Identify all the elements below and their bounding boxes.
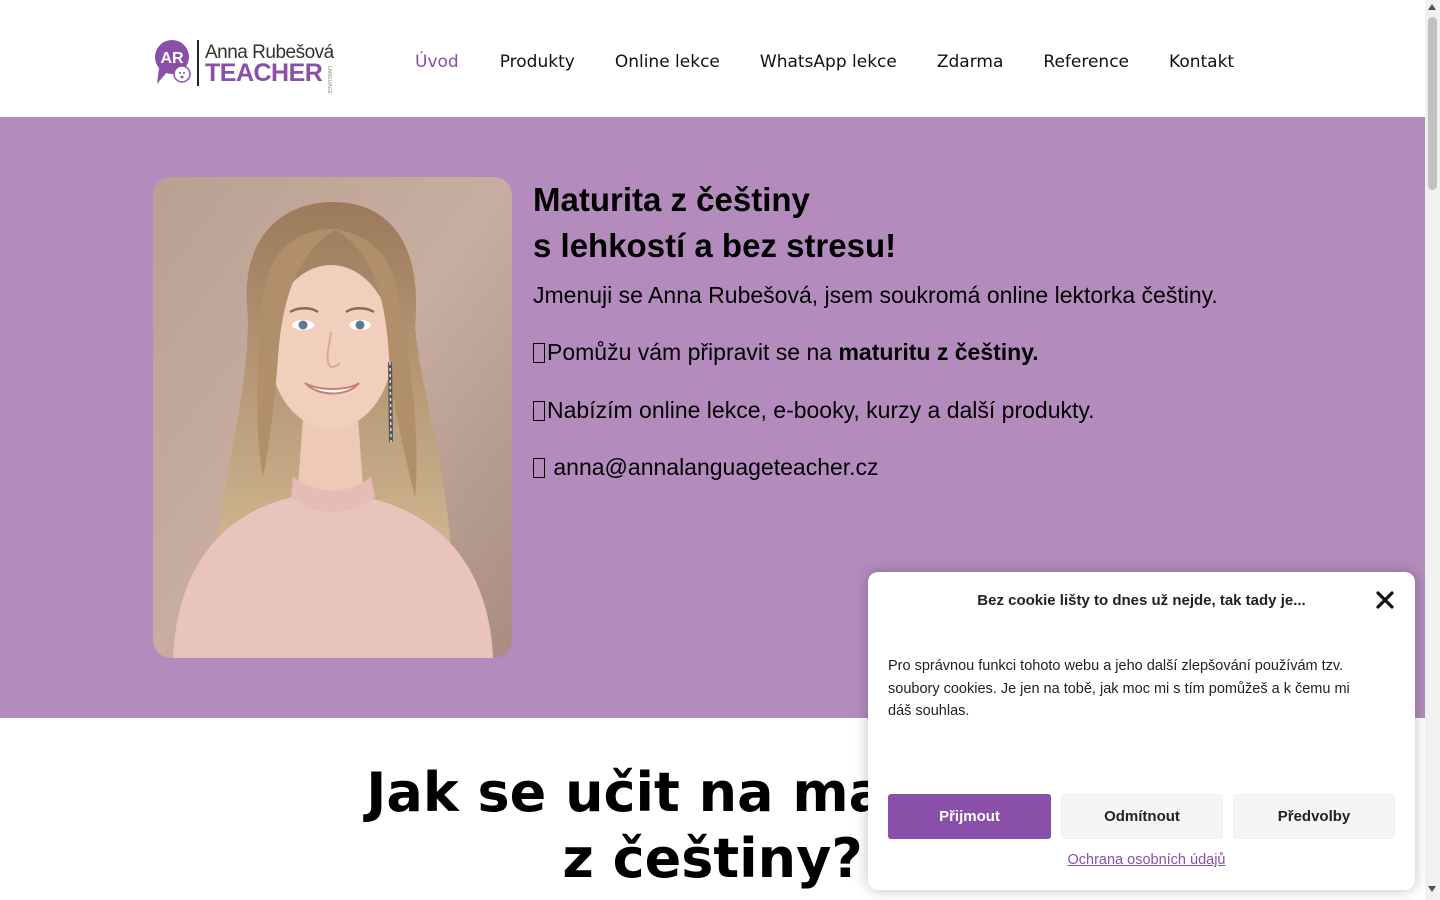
section-title-line2: z češtiny? <box>562 827 863 890</box>
nav-item-produkty[interactable]: Produkty <box>500 52 575 72</box>
portrait-photo <box>153 177 512 658</box>
logo-separator <box>197 40 199 86</box>
nav-item-whatsapp-lekce[interactable]: WhatsApp lekce <box>760 52 897 72</box>
emoji-placeholder-icon <box>533 343 545 363</box>
logo-initials: AR <box>160 50 184 67</box>
hero-intro: Jmenuji se Anna Rubešová, jsem soukromá … <box>533 282 1218 308</box>
logo-small-text: LANGUAGE <box>326 66 332 94</box>
hero-title-line1: Maturita z češtiny <box>533 181 810 218</box>
nav-item-zdarma[interactable]: Zdarma <box>937 52 1004 72</box>
cookie-text: Pro správnou funkci tohoto webu a jeho d… <box>888 658 1350 719</box>
hero-line-products-text: Nabízím online lekce, e-booky, kurzy a d… <box>547 397 1095 423</box>
scroll-thumb[interactable] <box>1428 17 1437 190</box>
nav-item-reference[interactable]: Reference <box>1043 52 1129 72</box>
hero-line-maturita-prefix: Pomůžu vám připravit se na <box>547 339 839 365</box>
scroll-down-arrow-icon[interactable] <box>1428 886 1436 892</box>
scroll-up-arrow-icon[interactable] <box>1428 4 1436 10</box>
hero-title-line2: s lehkostí a bez stresu! <box>533 227 897 264</box>
hero-line-maturita-bold: maturitu z češtiny. <box>838 339 1039 365</box>
nav-item-online-lekce[interactable]: Online lekce <box>615 52 720 72</box>
cookie-title: Bez cookie lišty to dnes už nejde, tak t… <box>977 592 1306 609</box>
cookie-dialog: Bez cookie lišty to dnes už nejde, tak t… <box>868 572 1415 890</box>
page-scrollbar[interactable] <box>1425 0 1440 900</box>
emoji-placeholder-icon <box>533 401 545 421</box>
logo-mark-icon: AR <box>155 40 191 84</box>
emoji-placeholder-icon <box>533 458 545 478</box>
close-icon[interactable] <box>1373 588 1397 612</box>
accept-button[interactable]: Přijmout <box>888 794 1051 839</box>
nav-item-uvod[interactable]: Úvod <box>415 52 459 72</box>
hero-line-maturita: Pomůžu vám připravit se na maturitu z če… <box>533 339 1039 366</box>
privacy-link[interactable]: Ochrana osobních údajů <box>868 852 1425 868</box>
preferences-button[interactable]: Předvolby <box>1233 794 1395 839</box>
hero-title: Maturita z češtiny s lehkostí a bez stre… <box>533 177 896 269</box>
site-header: AR Anna Rubešová TEACHER LANGUAGE Úvod P… <box>0 0 1425 117</box>
site-logo[interactable]: AR Anna Rubešová TEACHER LANGUAGE <box>153 38 335 94</box>
hero-line-products: Nabízím online lekce, e-booky, kurzy a d… <box>533 397 1095 424</box>
main-nav: Úvod Produkty Online lekce WhatsApp lekc… <box>415 52 1234 72</box>
hero-email-link[interactable]: anna@annalanguageteacher.cz <box>547 454 878 480</box>
hero-line-email: anna@annalanguageteacher.cz <box>533 454 879 481</box>
logo-teacher: TEACHER <box>205 59 323 87</box>
deny-button[interactable]: Odmítnout <box>1061 794 1223 839</box>
nav-item-kontakt[interactable]: Kontakt <box>1169 52 1234 72</box>
